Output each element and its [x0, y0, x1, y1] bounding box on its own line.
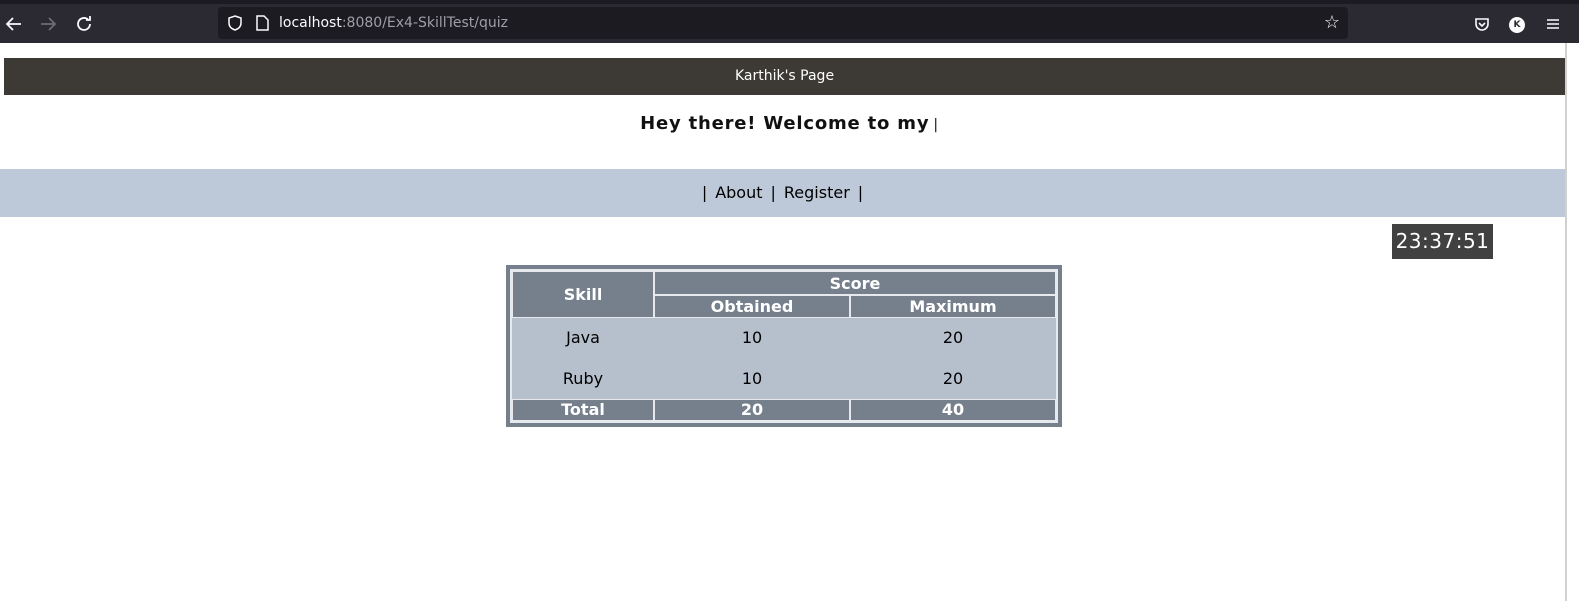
menu-icon[interactable]	[1543, 14, 1563, 34]
typing-cursor: |	[933, 117, 939, 133]
table-row: Java 10 20	[512, 317, 1056, 359]
nav-link-about[interactable]: About	[715, 183, 762, 202]
nav-link-register[interactable]: Register	[784, 183, 850, 202]
nav-separator: |	[857, 183, 864, 202]
star-icon[interactable]: ☆	[1324, 12, 1340, 34]
cell-skill: Ruby	[512, 358, 654, 399]
back-arrow-icon[interactable]	[2, 12, 26, 36]
header-obtained: Obtained	[654, 295, 850, 318]
pocket-icon[interactable]	[1472, 14, 1492, 34]
cell-obtained: 10	[654, 317, 850, 359]
table-row: Ruby 10 20	[512, 358, 1056, 399]
cell-skill: Java	[512, 317, 654, 359]
score-table-container: Skill Score Obtained Maximum Java 10 20 …	[506, 265, 1062, 427]
header-skill: Skill	[512, 271, 654, 318]
cell-obtained: 10	[654, 358, 850, 399]
header-score: Score	[654, 271, 1056, 296]
account-icon[interactable]: K	[1509, 17, 1525, 33]
total-row: Total 20 40	[512, 398, 1056, 421]
page-icon[interactable]	[254, 14, 270, 32]
welcome-heading: Hey there! Welcome to my |	[0, 113, 1579, 134]
address-bar[interactable]: localhost:8080/Ex4-SkillTest/quiz ☆	[218, 7, 1348, 39]
nav-separator: |	[701, 183, 708, 202]
forward-arrow-icon[interactable]	[36, 12, 60, 36]
cell-maximum: 20	[850, 317, 1056, 359]
total-label: Total	[512, 398, 654, 421]
page-header: Karthik's Page	[4, 58, 1565, 95]
welcome-text: Hey there! Welcome to my	[640, 113, 930, 134]
reload-icon[interactable]	[72, 12, 96, 36]
cell-maximum: 20	[850, 358, 1056, 399]
header-maximum: Maximum	[850, 295, 1056, 318]
nav-separator: |	[770, 183, 776, 202]
url-host: localhost	[279, 15, 342, 31]
browser-toolbar: localhost:8080/Ex4-SkillTest/quiz ☆ K	[0, 0, 1579, 43]
page-edge	[1565, 43, 1567, 601]
url-path: :8080/Ex4-SkillTest/quiz	[341, 15, 508, 31]
total-maximum: 40	[850, 398, 1056, 421]
shield-icon[interactable]	[226, 14, 244, 32]
url-text[interactable]: localhost:8080/Ex4-SkillTest/quiz	[279, 14, 508, 32]
total-obtained: 20	[654, 398, 850, 421]
score-table: Skill Score Obtained Maximum Java 10 20 …	[510, 269, 1058, 423]
clock-display: 23:37:51	[1392, 224, 1493, 259]
nav-bar: | About | Register |	[0, 169, 1565, 217]
